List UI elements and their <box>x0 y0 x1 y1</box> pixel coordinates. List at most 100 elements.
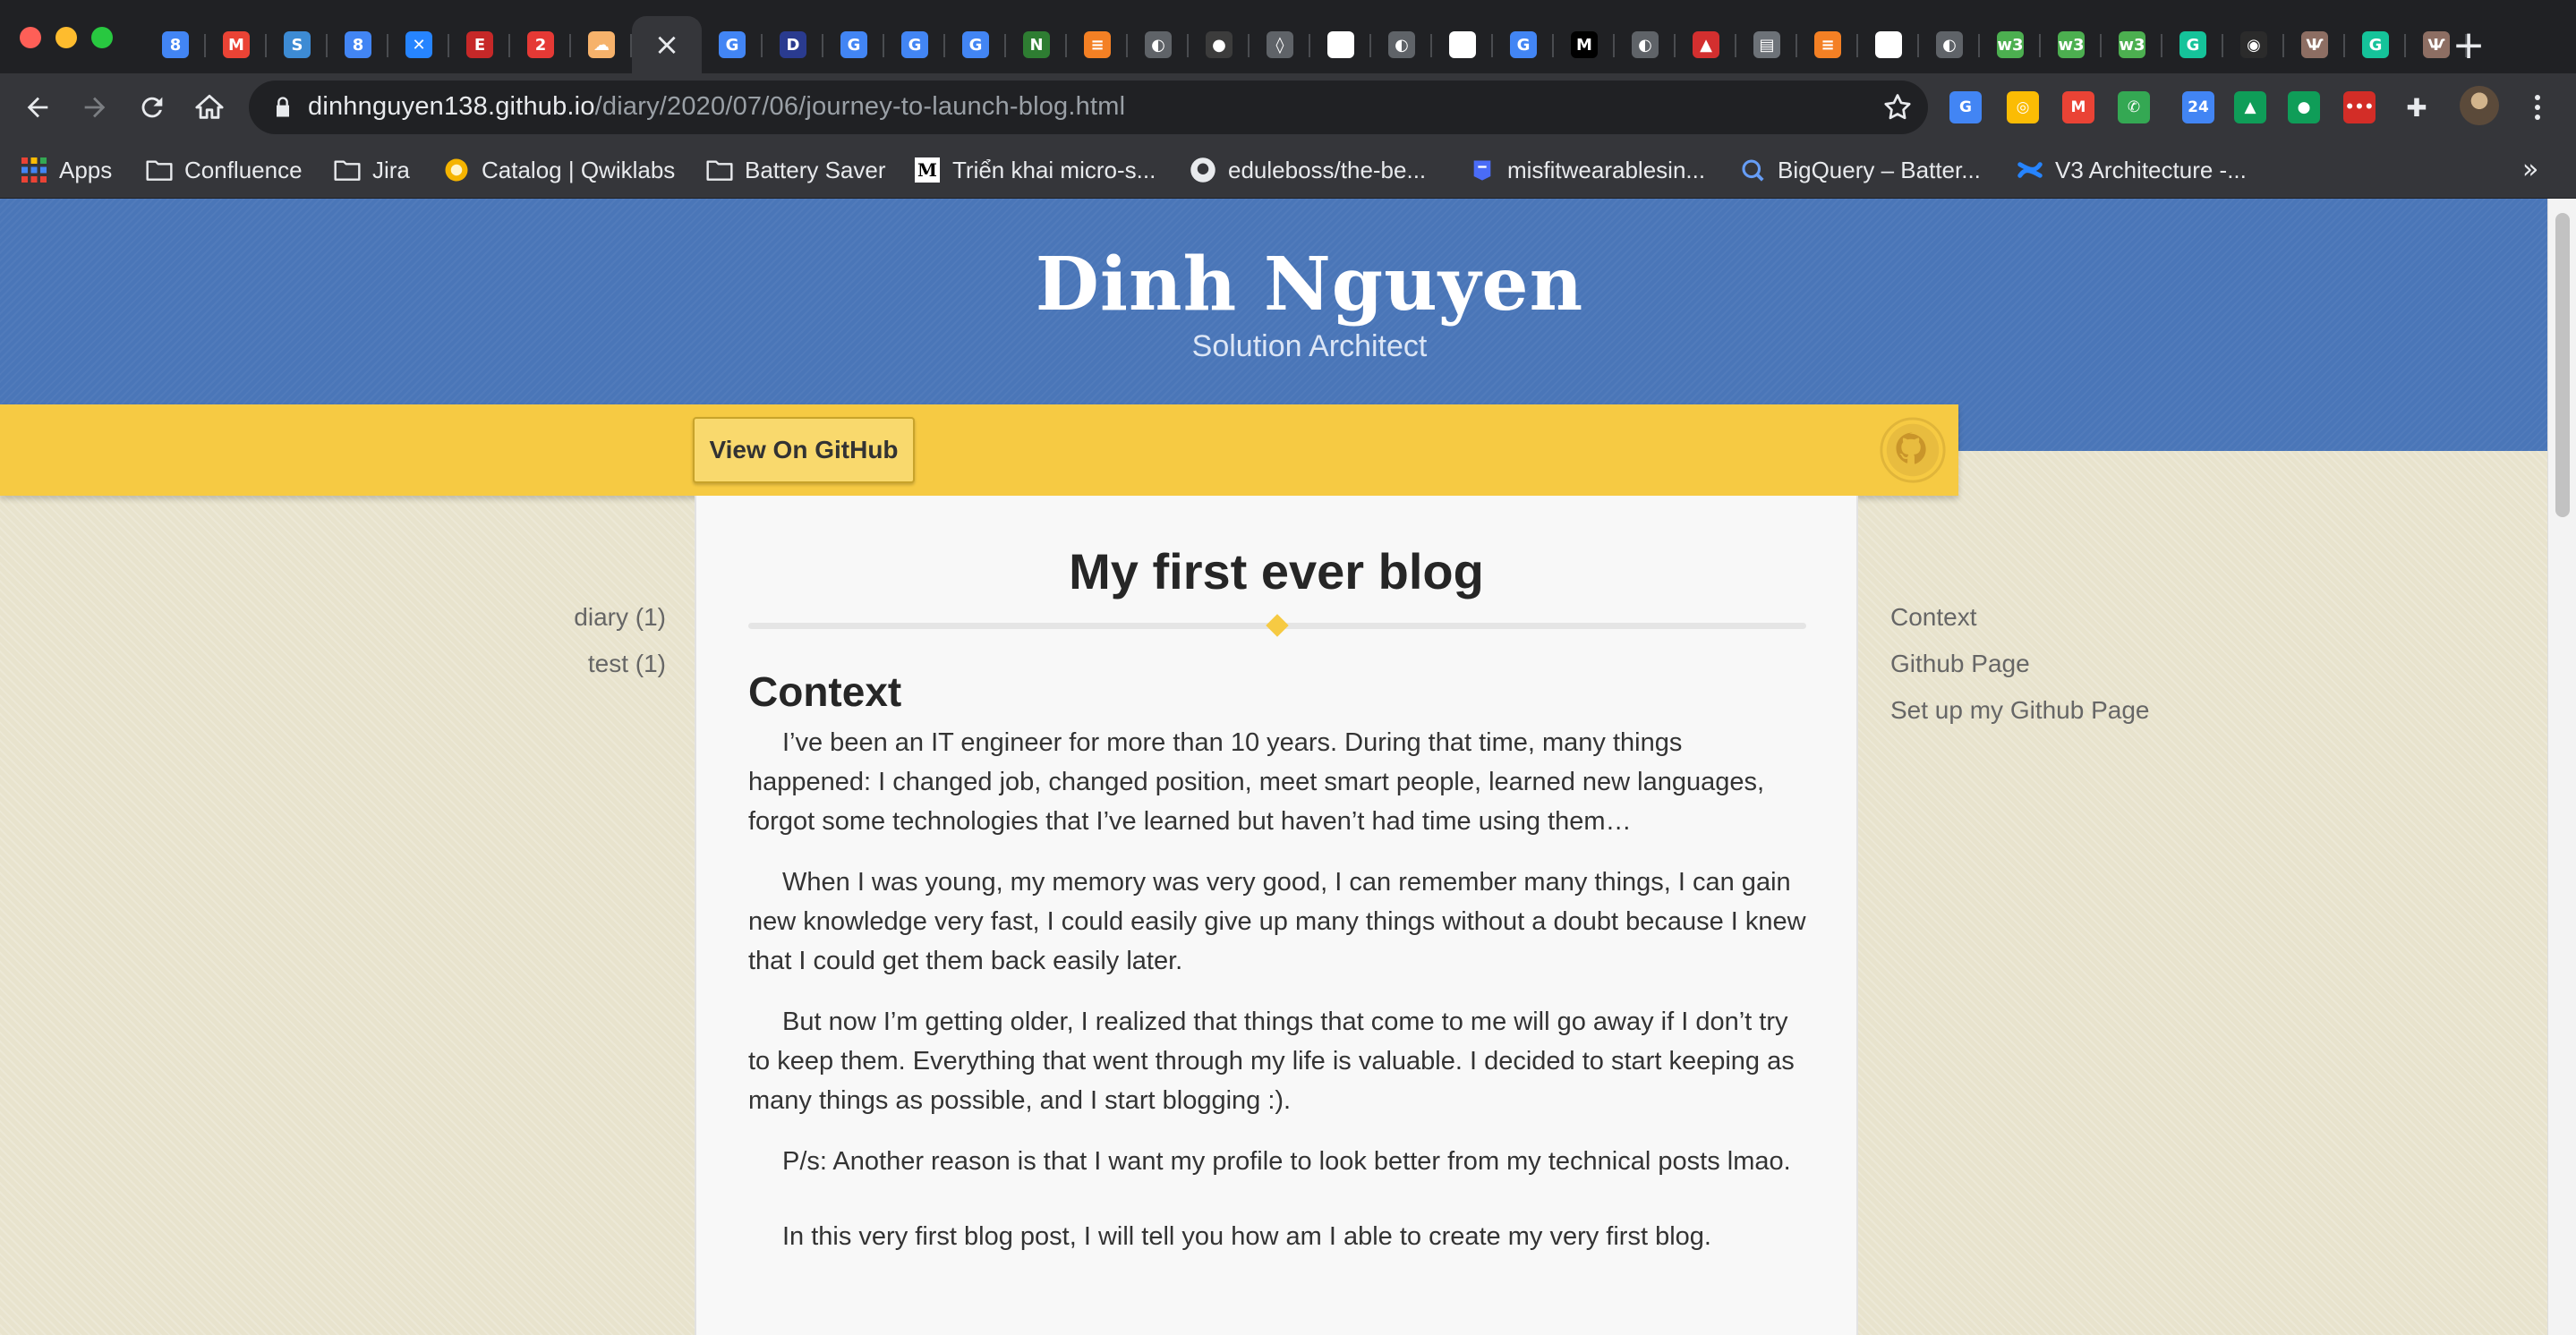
new-tab-button[interactable]: + <box>2444 20 2494 70</box>
browser-tab[interactable]: G <box>884 16 945 73</box>
browser-tab[interactable]: ● <box>1189 16 1250 73</box>
extension-button[interactable]: ••• <box>2341 89 2377 125</box>
tag-link-test[interactable]: test (1) <box>574 641 666 687</box>
grammarly-icon: G <box>2362 31 2389 58</box>
address-bar[interactable]: dinhnguyen138.github.io/diary/2020/07/06… <box>249 81 1928 134</box>
browser-tab[interactable]: N <box>1006 16 1067 73</box>
extension-button[interactable]: M <box>2060 89 2096 125</box>
bookmark-item[interactable]: eduleboss/the-be... <box>1189 150 1426 190</box>
close-icon[interactable]: × <box>654 30 680 60</box>
browser-tab[interactable]: 2 <box>510 16 571 73</box>
browser-tab[interactable]: ☁ <box>571 16 632 73</box>
browser-tab[interactable]: ◉ <box>1310 16 1371 73</box>
bookmark-item[interactable]: Jira <box>333 150 410 190</box>
extension-button[interactable]: G <box>1948 89 1983 125</box>
profile-avatar[interactable] <box>2460 86 2499 125</box>
bookmark-star-icon[interactable] <box>1881 91 1914 123</box>
browser-tab[interactable]: E <box>449 16 510 73</box>
bookmark-item[interactable]: V3 Architecture -... <box>2016 150 2247 190</box>
browser-tab[interactable]: G <box>702 16 763 73</box>
page-scrollbar[interactable] <box>2547 199 2576 1335</box>
bookmark-item[interactable]: Confluence <box>145 150 303 190</box>
bookmark-item[interactable]: Apps <box>20 150 112 190</box>
extension-button[interactable]: ◎ <box>2005 89 2041 125</box>
browser-tab[interactable]: ◐ <box>1615 16 1676 73</box>
browser-menu-button[interactable] <box>2524 89 2551 125</box>
browser-tab[interactable]: D <box>763 16 823 73</box>
lastpass-icon: ••• <box>2343 91 2376 123</box>
browser-tab[interactable]: ◐ <box>1919 16 1980 73</box>
close-window-button[interactable] <box>20 27 41 48</box>
cloud-icon: ☁ <box>588 31 615 58</box>
browser-tab[interactable]: G <box>2345 16 2406 73</box>
extension-button[interactable]: ● <box>2286 89 2322 125</box>
browser-tab[interactable]: ◐ <box>1371 16 1432 73</box>
browser-tab[interactable]: 8 <box>328 16 388 73</box>
zoom-window-button[interactable] <box>91 27 113 48</box>
minimize-window-button[interactable] <box>55 27 77 48</box>
back-button[interactable] <box>13 82 63 132</box>
bookmark-item[interactable]: Battery Saver <box>705 150 886 190</box>
github-icon: ◉ <box>1327 31 1354 58</box>
document-icon: E <box>466 31 493 58</box>
toc-link-setup-github-page[interactable]: Set up my Github Page <box>1890 687 2150 734</box>
extension-button[interactable]: ✚ <box>2399 89 2435 125</box>
browser-tab[interactable]: G <box>2162 16 2223 73</box>
github-octocat-icon[interactable] <box>1878 415 1948 485</box>
browser-tab[interactable]: ◉ <box>1858 16 1919 73</box>
medium-icon: M <box>913 156 942 184</box>
browser-tab[interactable]: M <box>206 16 267 73</box>
browser-tab[interactable]: ◉ <box>2223 16 2284 73</box>
tab-list: 8 M S 8 ✕ E 2 ☁ × G D G G G N ≡ ◐ ● ◊ ◉ ◐ ◉ G M ◐ ▲ ▤ ≡ ◉ ◐ w3 w3 w3 G ◉ Ѱ G… <box>145 16 2467 73</box>
post-title: My first ever blog <box>1069 543 1484 599</box>
reload-button[interactable] <box>127 82 177 132</box>
browser-tab[interactable]: ◊ <box>1250 16 1310 73</box>
browser-tab[interactable]: ▲ <box>1676 16 1736 73</box>
browser-tab[interactable]: w3 <box>1980 16 2041 73</box>
bookmark-item[interactable]: BigQuery – Batter... <box>1738 150 1981 190</box>
swirl-icon: S <box>284 31 311 58</box>
browser-window: 8 M S 8 ✕ E 2 ☁ × G D G G G N ≡ ◐ ● ◊ ◉ ◐ ◉ G M ◐ ▲ ▤ ≡ ◉ ◐ w3 w3 w3 G ◉ Ѱ G… <box>0 0 2576 1335</box>
red-house-icon: ▲ <box>1693 31 1719 58</box>
tag-link-diary[interactable]: diary (1) <box>574 594 666 641</box>
folder-icon <box>333 156 362 184</box>
browser-tab[interactable]: G <box>823 16 884 73</box>
browser-tab[interactable]: Ѱ <box>2284 16 2345 73</box>
toc-link-context[interactable]: Context <box>1890 594 2150 641</box>
extension-button[interactable]: ✆ <box>2116 89 2152 125</box>
medium-icon: M <box>1571 31 1598 58</box>
browser-tab[interactable]: S <box>267 16 328 73</box>
active-tab[interactable]: × <box>632 16 702 73</box>
globe-icon: ◐ <box>1388 31 1415 58</box>
browser-tab[interactable]: ✕ <box>388 16 449 73</box>
qwiklabs-icon <box>442 156 471 184</box>
more-bookmarks-button[interactable]: » <box>2522 154 2538 185</box>
browser-tab[interactable]: ≡ <box>1067 16 1128 73</box>
bookmark-item[interactable]: M Triển khai micro-s... <box>913 150 1156 190</box>
bookmark-item[interactable]: misfitwearablesin... <box>1468 150 1705 190</box>
browser-tab[interactable]: ◉ <box>1432 16 1493 73</box>
browser-tab[interactable]: ▤ <box>1736 16 1797 73</box>
toc-link-github-page[interactable]: Github Page <box>1890 641 2150 687</box>
google-icon: G <box>1510 31 1537 58</box>
phone-icon: ✆ <box>2118 91 2150 123</box>
bookmark-item[interactable]: Catalog | Qwiklabs <box>442 150 675 190</box>
home-button[interactable] <box>184 82 235 132</box>
browser-tab[interactable]: ◐ <box>1128 16 1189 73</box>
browser-tab[interactable]: M <box>1554 16 1615 73</box>
w3schools-icon: w3 <box>2119 31 2145 58</box>
view-on-github-button[interactable]: View On GitHub <box>693 417 915 483</box>
browser-tab[interactable]: w3 <box>2041 16 2102 73</box>
extension-button[interactable]: ▲ <box>2232 89 2268 125</box>
browser-tab[interactable]: G <box>1493 16 1554 73</box>
extension-button[interactable]: 24 <box>2180 89 2216 125</box>
browser-tab[interactable]: ≡ <box>1797 16 1858 73</box>
site-title[interactable]: Dinh Nguyen <box>0 242 2576 327</box>
forward-button[interactable] <box>70 82 120 132</box>
browser-tab[interactable]: G <box>945 16 1006 73</box>
url-host: dinhnguyen138.github.io <box>308 92 595 121</box>
scrollbar-thumb[interactable] <box>2555 213 2570 517</box>
browser-tab[interactable]: 8 <box>145 16 206 73</box>
home-icon <box>195 94 224 119</box>
browser-tab[interactable]: w3 <box>2102 16 2162 73</box>
